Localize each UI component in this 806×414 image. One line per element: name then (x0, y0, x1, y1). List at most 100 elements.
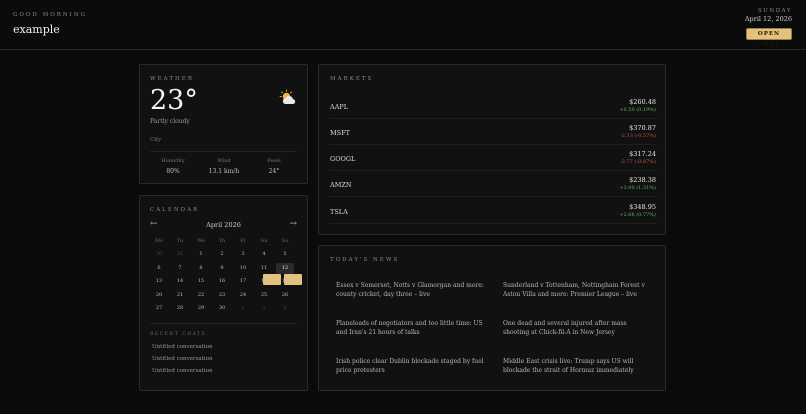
weekday-label: Fr (240, 238, 246, 244)
calendar-day[interactable]: 6 (150, 263, 168, 274)
markets-card: MARKETS AAPL $260.48 +0.50 (0.19%) MSFT … (318, 64, 666, 235)
stock-row-tsla[interactable]: TSLA $348.95 +2.66 (0.77%) (329, 198, 657, 224)
recent-chat-item[interactable]: Untitled conversation (152, 356, 213, 362)
weather-title: WEATHER (150, 76, 194, 82)
feels-value: 24° (268, 168, 280, 175)
stock-change: +0.50 (0.19%) (619, 107, 656, 113)
stock-row-aapl[interactable]: AAPL $260.48 +0.50 (0.19%) (329, 93, 657, 119)
partly-cloudy-icon (279, 89, 296, 104)
calendar-day[interactable]: 15 (192, 276, 210, 287)
weather-condition: Partly cloudy (150, 118, 190, 125)
current-date: April 12, 2026 (744, 15, 792, 23)
calendar-day[interactable]: 2 (213, 249, 231, 260)
calendar-title: CALENDAR (150, 207, 200, 213)
calendar-day[interactable]: 30 (150, 249, 168, 260)
calendar-day[interactable]: 19 (276, 276, 294, 287)
recent-chat-item[interactable]: Untitled conversation (152, 368, 213, 374)
calendar-day[interactable]: 21 (171, 290, 189, 301)
news-title: TODAY'S NEWS (330, 257, 400, 263)
weekday-label: Tu (176, 238, 184, 244)
calendar-day[interactable]: 7 (171, 263, 189, 274)
markets-title: MARKETS (330, 76, 374, 82)
stock-row-amzn[interactable]: AMZN $238.38 +3.00 (1.31%) (329, 171, 657, 197)
calendar-day[interactable]: 3 (276, 303, 294, 314)
stock-change: +3.00 (1.31%) (619, 185, 656, 191)
humidity-stat: Humidity 80% (153, 158, 193, 175)
weekday-label: Mo (154, 238, 164, 244)
feels-stat: Feels 24° (254, 158, 294, 175)
news-item[interactable]: One dead and several injured after mass … (503, 319, 653, 337)
calendar-day[interactable]: 25 (255, 290, 273, 301)
feels-label: Feels (267, 158, 281, 164)
calendar-day[interactable]: 23 (213, 290, 231, 301)
calendar-day[interactable]: 22 (192, 290, 210, 301)
stock-ticker: AAPL (330, 103, 349, 111)
calendar-day[interactable]: 24 (234, 290, 252, 301)
calendar-day[interactable]: 20 (150, 290, 168, 301)
weekday-label: Su (281, 238, 289, 244)
user-name: example (13, 23, 60, 36)
greeting-text: GOOD MORNING (13, 12, 88, 18)
stock-ticker: AMZN (330, 181, 352, 189)
stock-ticker: MSFT (330, 129, 350, 137)
stock-price: $348.95 (629, 203, 656, 211)
open-chat-button[interactable]: OPEN CHAT (746, 28, 792, 47)
calendar-day[interactable]: 2 (255, 303, 273, 314)
news-item[interactable]: Planeloads of negotiators and too little… (336, 319, 486, 337)
calendar-day[interactable]: 5 (276, 249, 294, 260)
calendar-divider (150, 323, 297, 324)
calendar-day[interactable]: 1 (234, 303, 252, 314)
recent-chats-title: RECENT CHATS (150, 332, 207, 337)
stock-price: $260.48 (629, 98, 656, 106)
calendar-day[interactable]: 17 (234, 276, 252, 287)
wind-label: Wind (217, 158, 231, 164)
calendar-day[interactable]: 10 (234, 263, 252, 274)
calendar-day[interactable]: 31 (171, 249, 189, 260)
calendar-day[interactable]: 28 (171, 303, 189, 314)
news-item[interactable]: Middle East crisis live: Trump says US w… (503, 357, 653, 375)
calendar-day[interactable]: 13 (150, 276, 168, 287)
stock-ticker: TSLA (330, 208, 348, 216)
news-item[interactable]: Essex v Somerset, Notts v Glamorgan and … (336, 281, 486, 299)
calendar-day[interactable]: 4 (255, 249, 273, 260)
calendar-day[interactable]: 26 (276, 290, 294, 301)
weather-card: WEATHER 23° Partly cloudy City Humidity … (139, 64, 308, 184)
calendar-day[interactable]: 11 (255, 263, 273, 274)
stock-row-msft[interactable]: MSFT $370.87 -2.13 (-0.57%) (329, 119, 657, 145)
weekday-label: Sa (260, 238, 268, 244)
calendar-day[interactable]: 18 (255, 276, 273, 287)
calendar-day[interactable]: 27 (150, 303, 168, 314)
calendar-day[interactable]: 16 (213, 276, 231, 287)
wind-stat: Wind 13.1 km/h (204, 158, 244, 175)
calendar-day[interactable]: 30 (213, 303, 231, 314)
recent-chat-item[interactable]: Untitled conversation (152, 344, 213, 350)
calendar-day[interactable]: 14 (171, 276, 189, 287)
calendar-day[interactable]: 8 (192, 263, 210, 274)
stock-ticker: GOOGL (330, 155, 356, 163)
calendar-day[interactable]: 12 (276, 262, 294, 274)
stock-price: $317.24 (629, 150, 656, 158)
wind-value: 13.1 km/h (208, 168, 240, 175)
day-of-week: SUNDAY (757, 8, 792, 14)
stock-row-googl[interactable]: GOOGL $317.24 -2.77 (-0.87%) (329, 145, 657, 171)
weekday-label: Th (218, 238, 226, 244)
news-card: TODAY'S NEWS Essex v Somerset, Notts v G… (318, 245, 666, 391)
stock-change: +2.66 (0.77%) (619, 212, 656, 218)
weather-city: City (150, 137, 162, 143)
calendar-card: CALENDAR ← April 2026 → Mo Tu We Th Fr Sa Su 30… (139, 195, 308, 391)
next-month-icon[interactable]: → (289, 220, 297, 229)
calendar-day[interactable]: 1 (192, 249, 210, 260)
calendar-day[interactable]: 3 (234, 249, 252, 260)
top-header: GOOD MORNING example SUNDAY April 12, 20… (0, 0, 806, 50)
calendar-day[interactable]: 9 (213, 263, 231, 274)
weekday-label: We (197, 238, 205, 244)
news-item[interactable]: Sunderland v Tottenham, Nottingham Fores… (503, 281, 653, 299)
humidity-label: Humidity (161, 158, 185, 164)
news-item[interactable]: Irish police clear Dublin blockade stage… (336, 357, 486, 375)
weather-temperature: 23° (150, 85, 198, 116)
stock-price: $370.87 (629, 124, 656, 132)
weather-divider (150, 151, 297, 152)
stock-price: $238.38 (629, 176, 656, 184)
stock-change: -2.77 (-0.87%) (620, 159, 656, 165)
calendar-day[interactable]: 29 (192, 303, 210, 314)
